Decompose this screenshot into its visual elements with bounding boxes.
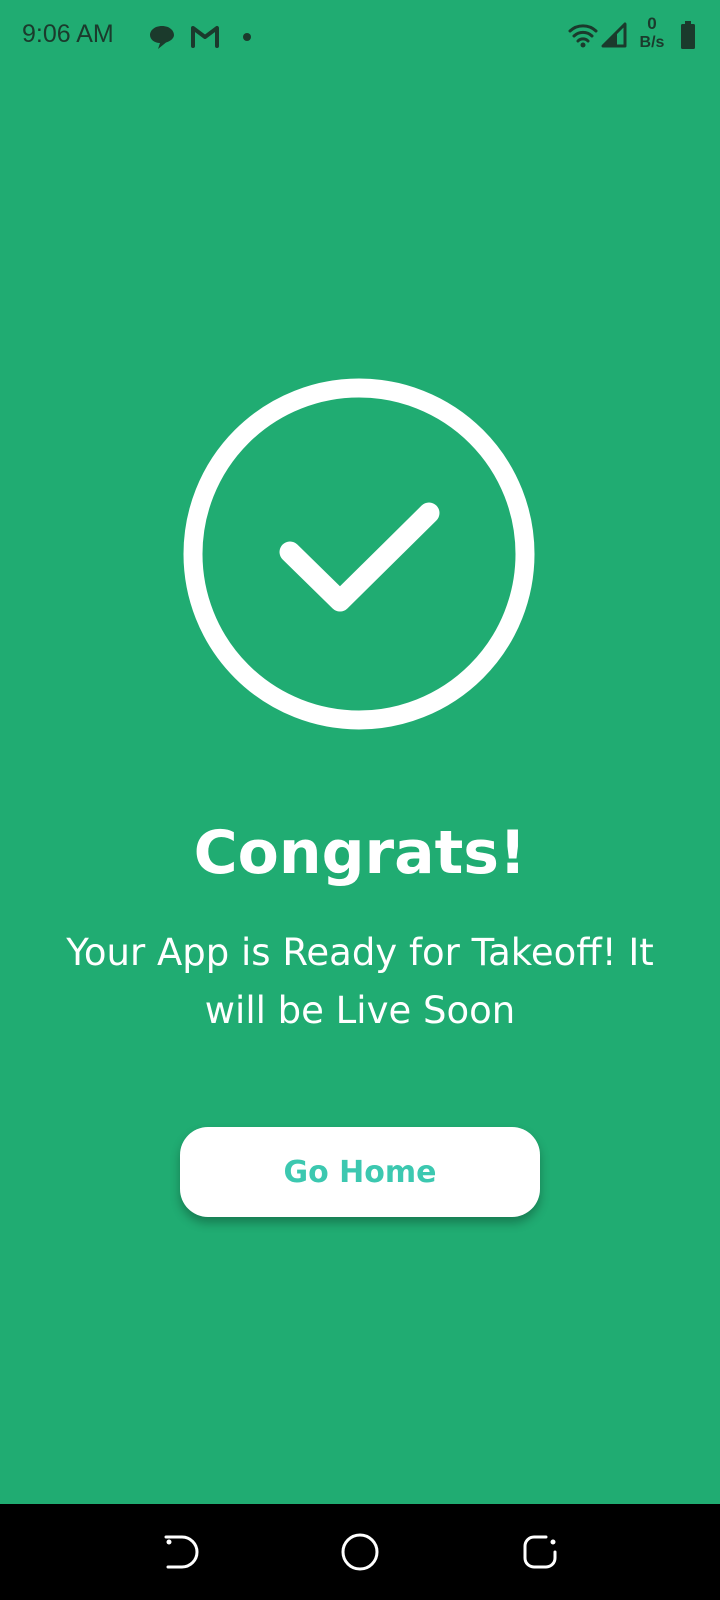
network-speed-unit: B/s [639, 34, 665, 51]
recents-icon[interactable] [516, 1528, 564, 1576]
back-icon[interactable] [156, 1528, 204, 1576]
network-speed-value: 0 [647, 14, 657, 33]
gmail-icon [191, 26, 219, 48]
wifi-icon [568, 24, 598, 48]
cell-signal-icon [601, 22, 627, 48]
page-title: Congrats! [193, 818, 527, 888]
check-circle-icon [183, 378, 535, 730]
go-home-button[interactable]: Go Home [180, 1127, 540, 1217]
home-icon[interactable] [336, 1528, 384, 1576]
chat-bubble-icon [150, 26, 174, 49]
status-bar: 9:06 AM 0 B/s [0, 0, 720, 72]
navigation-bar [0, 1504, 720, 1600]
status-time: 9:06 AM [22, 20, 114, 48]
notification-dot-icon [243, 33, 251, 41]
battery-icon [681, 21, 695, 49]
success-message: Your App is Ready for Takeoff! It will b… [66, 931, 654, 1032]
network-speed: 0 B/s [632, 14, 672, 52]
